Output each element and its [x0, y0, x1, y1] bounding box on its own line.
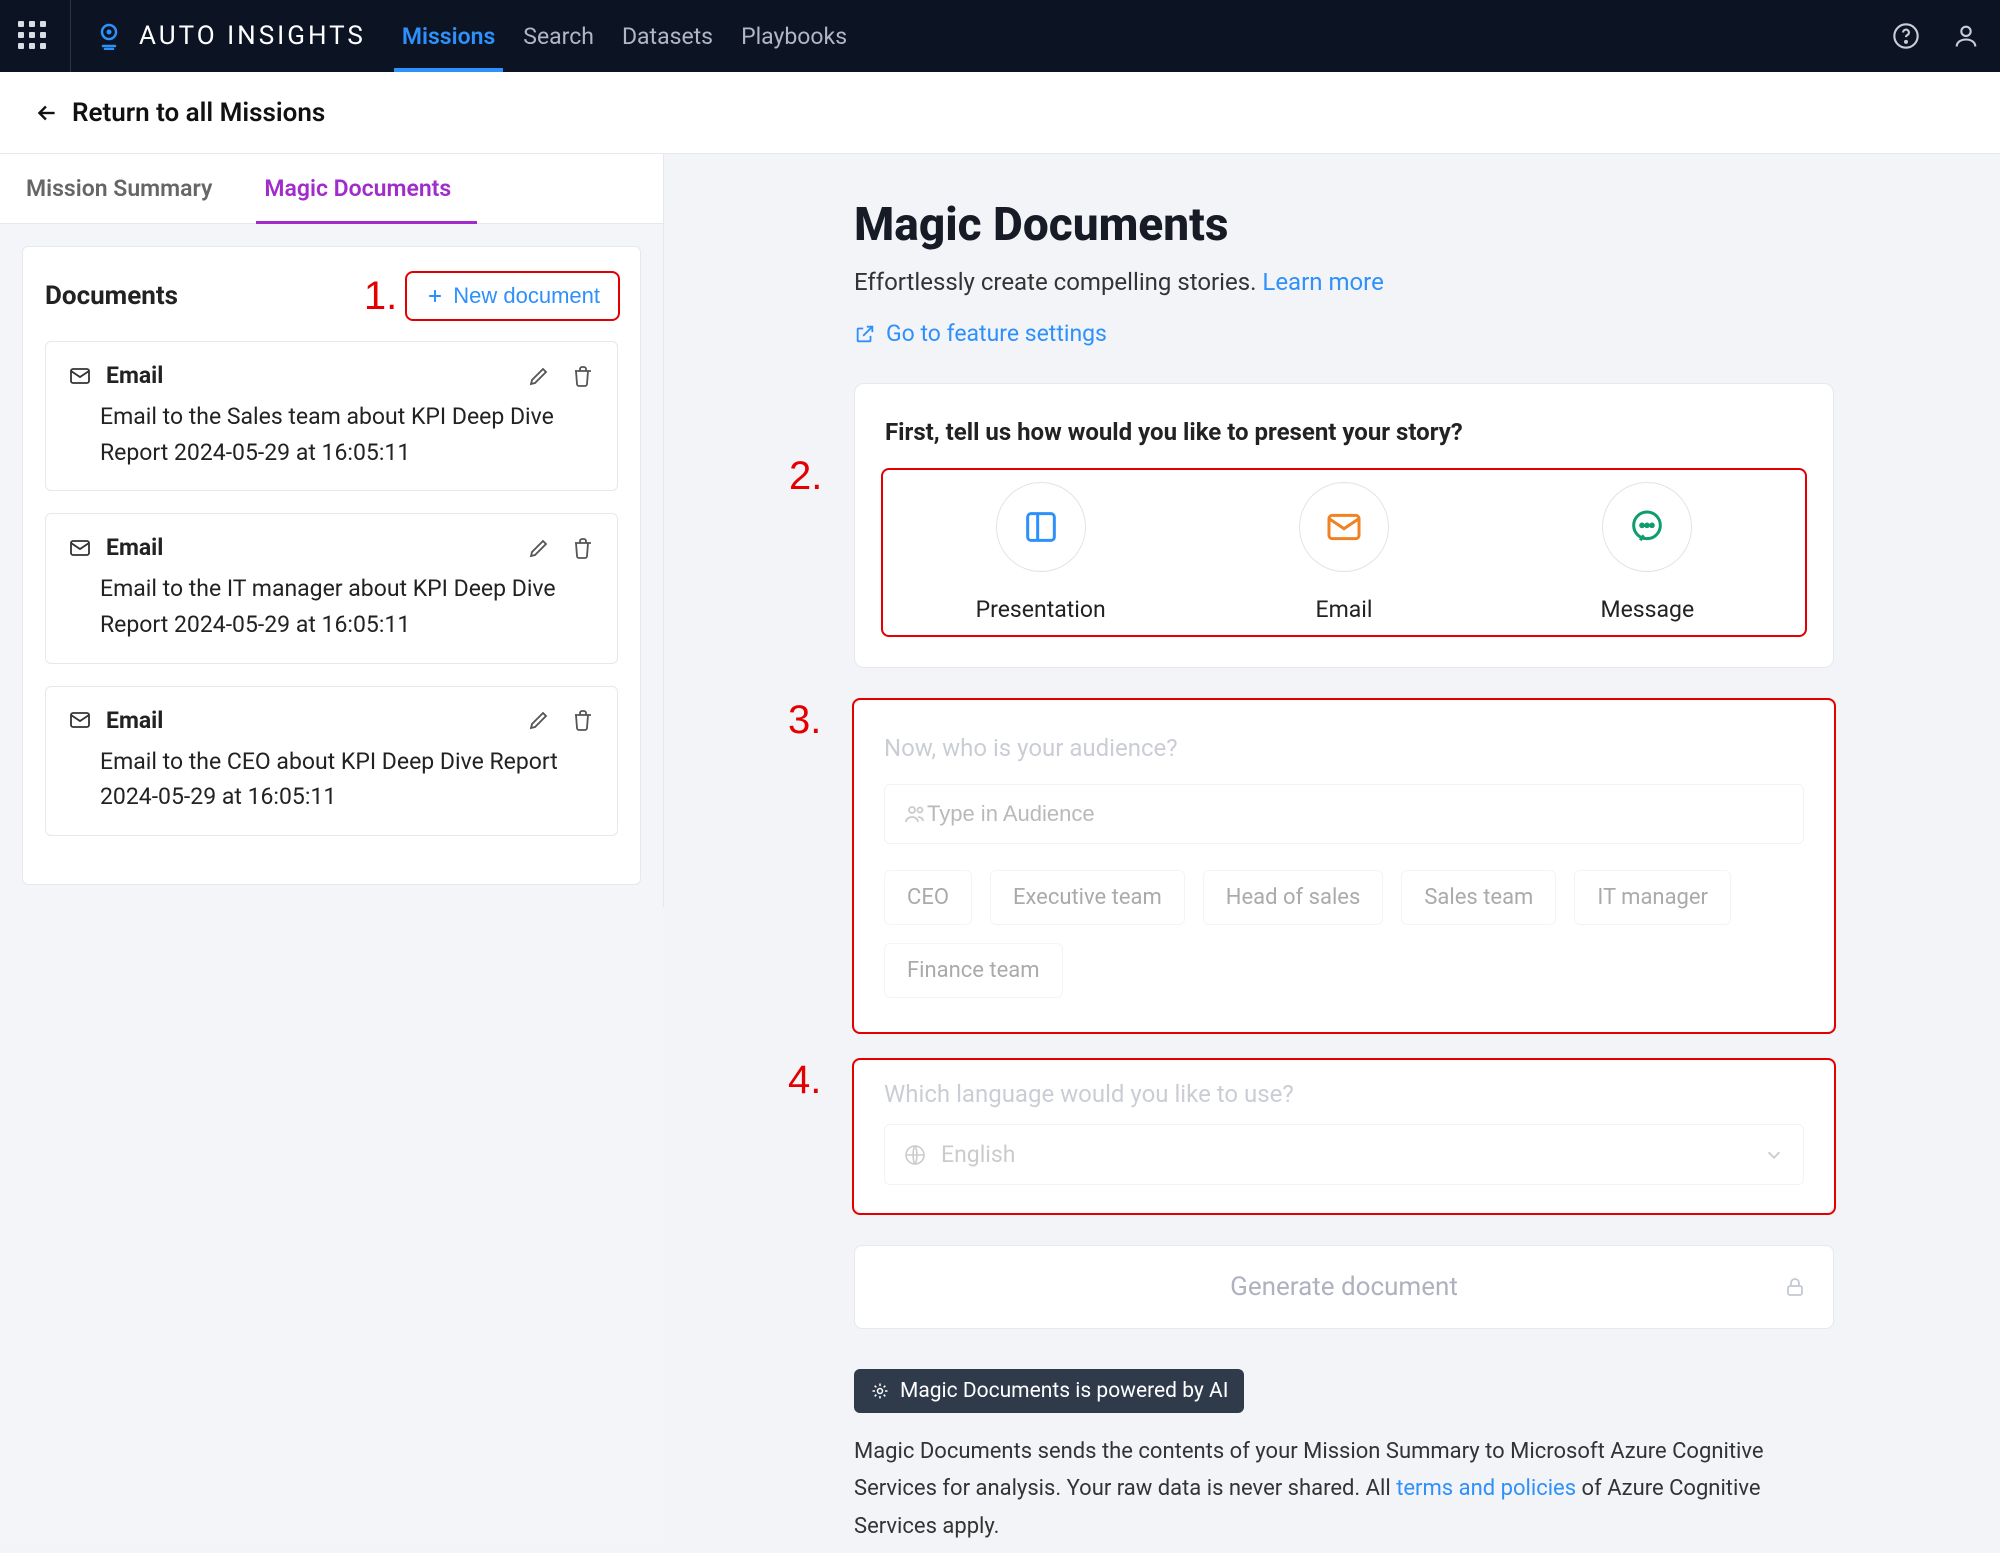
nav-search[interactable]: Search	[521, 0, 596, 72]
doc-type: Email	[106, 362, 163, 389]
doc-type: Email	[106, 534, 163, 561]
feature-settings-link[interactable]: Go to feature settings	[854, 320, 1834, 347]
mail-icon	[68, 364, 92, 388]
top-nav-links: Missions Search Datasets Playbooks	[400, 0, 849, 72]
nav-datasets[interactable]: Datasets	[620, 0, 715, 72]
language-value: English	[941, 1141, 1763, 1168]
audience-chips: CEO Executive team Head of sales Sales t…	[884, 870, 1804, 998]
doc-desc: Email to the IT manager about KPI Deep D…	[68, 571, 595, 642]
chevron-down-icon	[1763, 1144, 1785, 1166]
trash-icon[interactable]	[571, 364, 595, 388]
new-doc-label: New document	[453, 283, 600, 309]
mail-icon	[68, 708, 92, 732]
tab-magic-documents[interactable]: Magic Documents	[238, 154, 477, 223]
present-heading: First, tell us how would you like to pre…	[885, 418, 1803, 446]
edit-icon[interactable]	[527, 364, 551, 388]
language-card: Which language would you like to use? En…	[854, 1060, 1834, 1213]
doc-desc: Email to the Sales team about KPI Deep D…	[68, 399, 595, 470]
audience-input-wrap[interactable]	[884, 784, 1804, 844]
globe-icon	[903, 1143, 927, 1167]
people-icon	[903, 802, 927, 826]
format-message[interactable]: Message	[1496, 482, 1799, 623]
trash-icon[interactable]	[571, 708, 595, 732]
audience-card: Now, who is your audience? CEO Executive…	[854, 700, 1834, 1032]
language-heading: Which language would you like to use?	[884, 1080, 1804, 1108]
language-select[interactable]: English	[884, 1124, 1804, 1185]
audience-heading: Now, who is your audience?	[884, 734, 1804, 762]
learn-more-link[interactable]: Learn more	[1262, 268, 1383, 296]
documents-title: Documents	[45, 281, 178, 311]
format-email[interactable]: Email	[1192, 482, 1495, 623]
annotation-2: 2.	[789, 454, 822, 499]
footer-disclaimer: Magic Documents sends the contents of yo…	[854, 1433, 1834, 1545]
tab-mission-summary[interactable]: Mission Summary	[0, 154, 238, 223]
document-card[interactable]: Email Email to the CEO about KPI Deep Di…	[45, 686, 618, 836]
document-card[interactable]: Email Email to the Sales team about KPI …	[45, 341, 618, 491]
annotation-1: 1.	[364, 274, 397, 319]
edit-icon[interactable]	[527, 708, 551, 732]
chip-finance[interactable]: Finance team	[884, 943, 1063, 998]
plus-icon	[425, 286, 445, 306]
brand-logo-icon	[95, 22, 123, 50]
chip-ceo[interactable]: CEO	[884, 870, 972, 925]
annotation-4: 4.	[788, 1058, 821, 1103]
powered-by-badge: Magic Documents is powered by AI	[854, 1369, 1244, 1413]
doc-type: Email	[106, 707, 163, 734]
chip-sales-team[interactable]: Sales team	[1401, 870, 1556, 925]
generate-document-button[interactable]: Generate document	[854, 1245, 1834, 1329]
sidebar-tabs: Mission Summary Magic Documents	[0, 154, 664, 224]
annotation-3: 3.	[788, 698, 821, 743]
back-to-missions-link[interactable]: Return to all Missions	[34, 98, 325, 128]
terms-link[interactable]: terms and policies	[1396, 1476, 1576, 1501]
chip-head-sales[interactable]: Head of sales	[1203, 870, 1384, 925]
sparkle-icon	[870, 1381, 890, 1401]
document-card[interactable]: Email Email to the IT manager about KPI …	[45, 513, 618, 663]
mail-icon	[68, 536, 92, 560]
top-navbar: AUTO INSIGHTS Missions Search Datasets P…	[0, 0, 2000, 72]
lock-icon	[1783, 1275, 1807, 1299]
documents-panel: Documents 1. New document	[22, 246, 641, 885]
external-link-icon	[854, 323, 876, 345]
audience-input[interactable]	[927, 801, 1785, 827]
edit-icon[interactable]	[527, 536, 551, 560]
chip-executive[interactable]: Executive team	[990, 870, 1185, 925]
page-title: Magic Documents	[854, 198, 1834, 252]
chip-it-manager[interactable]: IT manager	[1574, 870, 1731, 925]
present-format-card: First, tell us how would you like to pre…	[854, 383, 1834, 668]
arrow-left-icon	[34, 100, 60, 126]
nav-missions[interactable]: Missions	[400, 0, 497, 72]
help-icon[interactable]	[1890, 20, 1922, 52]
page-subtitle: Effortlessly create compelling stories. …	[854, 268, 1834, 296]
app-launcher-icon[interactable]	[18, 21, 48, 51]
breadcrumb-bar: Return to all Missions	[0, 72, 2000, 154]
trash-icon[interactable]	[571, 536, 595, 560]
nav-playbooks[interactable]: Playbooks	[739, 0, 849, 72]
user-profile-icon[interactable]	[1950, 20, 1982, 52]
divider	[70, 0, 71, 72]
new-document-button-highlight: New document	[407, 273, 618, 319]
doc-desc: Email to the CEO about KPI Deep Dive Rep…	[68, 744, 595, 815]
format-presentation[interactable]: Presentation	[889, 482, 1192, 623]
back-label: Return to all Missions	[72, 98, 325, 128]
brand-name: AUTO INSIGHTS	[139, 21, 366, 51]
new-document-button[interactable]: New document	[407, 273, 618, 319]
